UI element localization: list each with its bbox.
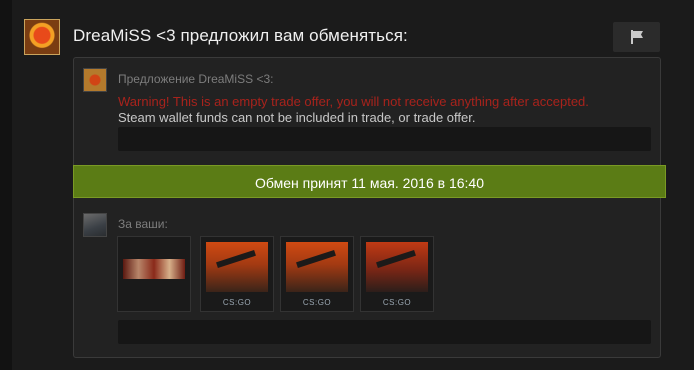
offer-label: Предложение DreaMiSS <3: — [118, 72, 274, 86]
trade-status-banner: Обмен принят 11 мая. 2016 в 16:40 — [73, 165, 666, 198]
graffiti-image — [123, 259, 185, 279]
case-item[interactable]: CS:GO — [200, 236, 274, 312]
graffiti-item[interactable] — [117, 236, 191, 312]
your-items-empty-box — [118, 320, 651, 344]
case-image — [366, 242, 428, 292]
left-rail — [0, 0, 12, 370]
csgo-logo: CS:GO — [382, 298, 412, 307]
offer-partner-avatar[interactable] — [83, 68, 107, 92]
case-image — [286, 242, 348, 292]
page-title: DreaMiSS <3 предложил вам обменяться: — [73, 26, 408, 45]
partner-avatar[interactable] — [24, 19, 60, 55]
case-image — [206, 242, 268, 292]
your-avatar[interactable] — [83, 213, 107, 237]
your-items-label: За ваши: — [118, 217, 168, 231]
report-button[interactable] — [613, 22, 660, 52]
empty-offer-warning: Warning! This is an empty trade offer, y… — [118, 94, 589, 109]
offer-items-empty-box — [118, 127, 651, 151]
case-item[interactable]: CS:GO — [360, 236, 434, 312]
wallet-note: Steam wallet funds can not be included i… — [118, 110, 476, 125]
case-item[interactable]: CS:GO — [280, 236, 354, 312]
csgo-logo: CS:GO — [222, 298, 252, 307]
csgo-logo: CS:GO — [302, 298, 332, 307]
flag-icon — [631, 30, 643, 44]
trade-status-text: Обмен принят 11 мая. 2016 в 16:40 — [254, 175, 485, 191]
